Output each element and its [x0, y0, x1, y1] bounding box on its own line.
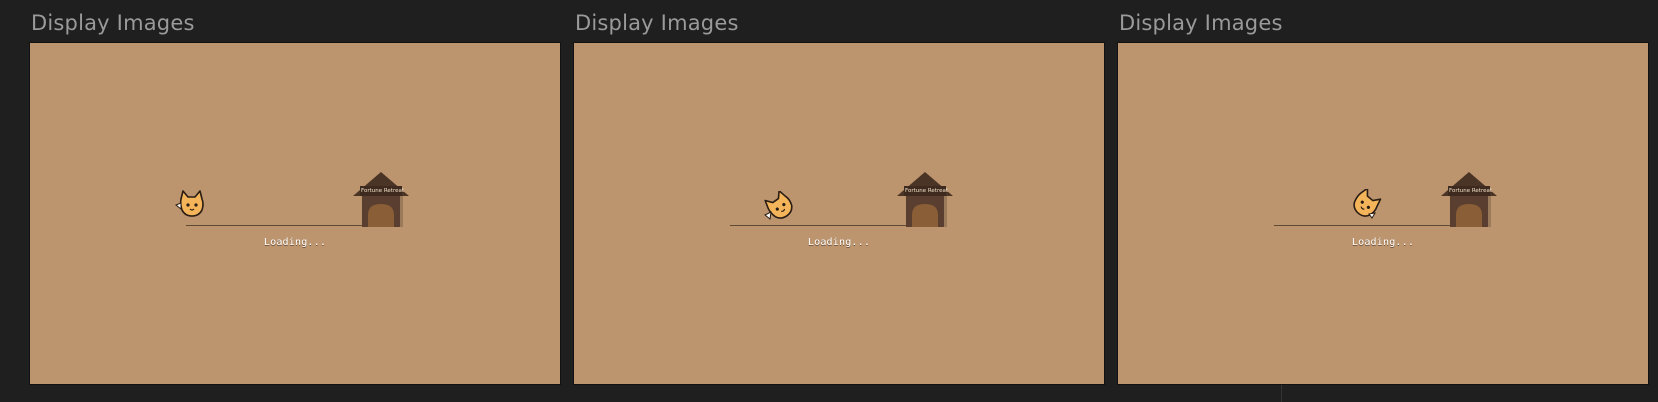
loading-track — [186, 225, 362, 226]
game-canvas[interactable]: Fortune Retreat Loading... — [29, 42, 561, 385]
loading-track — [730, 225, 906, 226]
loading-text: Loading... — [263, 237, 327, 248]
panel-title: Display Images — [31, 11, 195, 35]
dog-house-icon: Fortune Retreat — [352, 171, 410, 227]
dog-house-icon: Fortune Retreat — [896, 171, 954, 227]
loading-text: Loading... — [807, 237, 871, 248]
cat-icon — [1353, 189, 1382, 219]
house-sign: Fortune Retreat — [905, 188, 949, 194]
game-canvas[interactable]: Fortune Retreat Loading... — [573, 42, 1105, 385]
game-canvas[interactable]: Fortune Retreat Loading... — [1117, 42, 1649, 385]
dog-house-icon: Fortune Retreat — [1440, 171, 1498, 227]
cat-icon — [764, 191, 793, 220]
house-sign: Fortune Retreat — [1449, 188, 1493, 194]
divider — [1281, 385, 1282, 402]
display-panel-2: Display Images Fortune Retreat Loading..… — [573, 0, 1105, 386]
display-panel-1: Display Images Fortune Retreat Loading..… — [29, 0, 561, 386]
display-panel-3: Display Images Fortune Retreat Loading..… — [1117, 0, 1649, 386]
house-sign: Fortune Retreat — [361, 188, 405, 194]
cat-icon — [175, 190, 204, 217]
loading-track — [1274, 225, 1450, 226]
panel-title: Display Images — [575, 11, 739, 35]
loading-text: Loading... — [1351, 237, 1415, 248]
panel-title: Display Images — [1119, 11, 1283, 35]
